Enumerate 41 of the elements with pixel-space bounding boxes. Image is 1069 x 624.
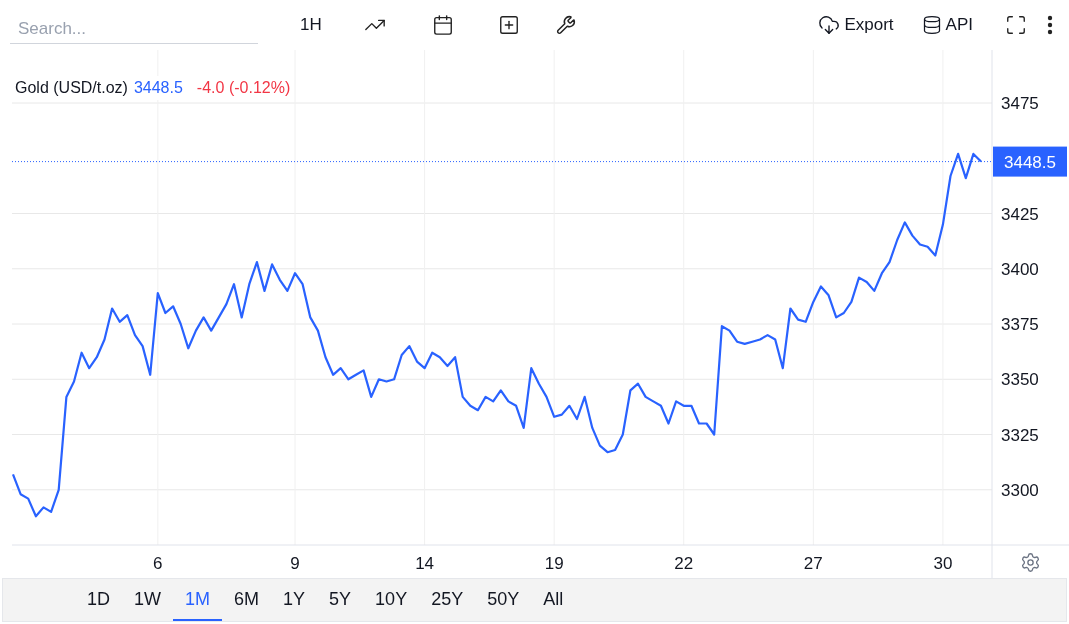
instrument-name: Gold (USD/t.oz)	[15, 78, 128, 98]
expand-icon	[1005, 14, 1027, 36]
range-tab[interactable]: 1W	[122, 579, 173, 621]
interval-button[interactable]: 1H	[292, 7, 330, 43]
search-field[interactable]: Search...	[10, 14, 258, 44]
x-axis-label: 9	[290, 554, 300, 573]
y-axis-label: 3350	[1001, 370, 1039, 390]
range-tab[interactable]: 10Y	[363, 579, 420, 621]
y-axis-label: 3400	[1001, 259, 1039, 279]
database-icon	[921, 15, 942, 35]
x-axis-label: 14	[415, 554, 435, 573]
cloud-download-icon	[818, 14, 841, 36]
y-axis-label: 3425	[1001, 204, 1039, 224]
y-axis-label: 3325	[1001, 425, 1039, 445]
api-button[interactable]: API	[921, 7, 973, 43]
chart-settings-button[interactable]	[1020, 552, 1041, 573]
range-tab[interactable]: 25Y	[419, 579, 476, 621]
range-tab[interactable]: 50Y	[475, 579, 532, 621]
y-axis-label: 3475	[1001, 94, 1039, 114]
range-tab[interactable]: 6M	[222, 579, 272, 621]
x-axis-label: 6	[153, 554, 163, 573]
x-axis-label: 22	[674, 554, 694, 573]
export-button[interactable]: Export	[818, 7, 894, 43]
range-tab[interactable]: 1D	[75, 579, 122, 621]
wrench-icon	[555, 15, 576, 35]
range-tab[interactable]: 1Y	[271, 579, 318, 621]
settings-icon	[1020, 552, 1041, 573]
more-icon	[1047, 15, 1053, 35]
range-tab[interactable]: 5Y	[317, 579, 364, 621]
x-axis-label: 30	[933, 554, 953, 573]
range-tab[interactable]: All	[531, 579, 576, 621]
last-price: 3448.5	[133, 78, 183, 98]
plus-icon	[497, 14, 520, 36]
range-tab[interactable]: 1M	[173, 579, 223, 621]
y-axis-label: 3300	[1001, 480, 1039, 500]
price-change: -4.0 (-0.12%)	[196, 78, 291, 98]
y-axis-label: 3375	[1001, 315, 1039, 334]
price-tag: 3448.5	[1004, 152, 1056, 172]
x-axis-label: 27	[803, 554, 823, 573]
calendar-icon	[431, 14, 454, 36]
x-axis-label: 19	[544, 554, 564, 573]
